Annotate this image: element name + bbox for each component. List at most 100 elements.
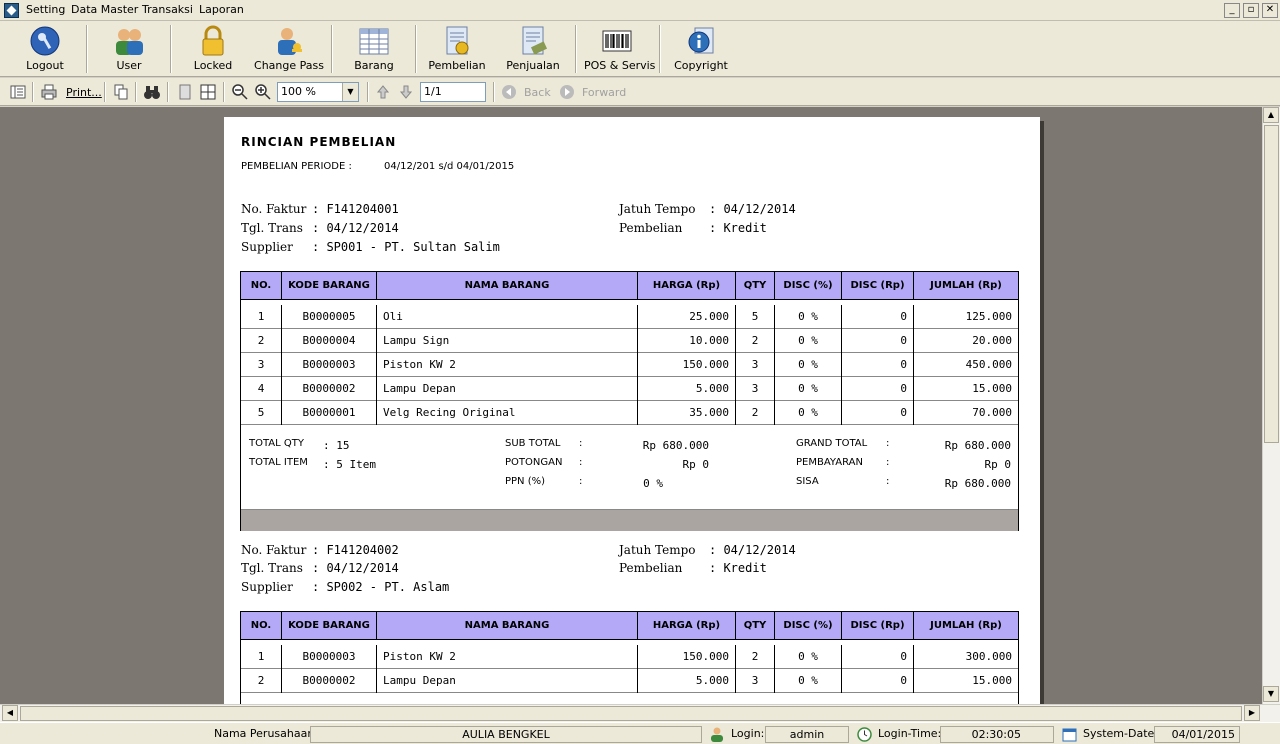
zoom-value: 100 % bbox=[281, 85, 316, 98]
scroll-right-icon[interactable]: ▶ bbox=[1244, 705, 1260, 721]
app-icon[interactable] bbox=[4, 3, 19, 18]
change-pass-button[interactable]: Change Pass bbox=[254, 23, 324, 75]
zoom-out-icon[interactable] bbox=[231, 83, 249, 101]
cell-qty: 2 bbox=[736, 401, 775, 425]
horizontal-scrollbar[interactable]: ◀ ▶ bbox=[0, 704, 1280, 722]
main-toolbar: Logout User Locked Change Pass Barang Pe… bbox=[0, 21, 1280, 77]
cell-kode-barang: B0000003 bbox=[282, 353, 377, 377]
cell-disc-rp: 0 bbox=[842, 401, 914, 425]
table-row: 4 B0000002 Lampu Depan 5.000 3 0 % 0 15.000 bbox=[241, 377, 1018, 401]
minimize-icon[interactable]: _ bbox=[1224, 3, 1240, 18]
viewer-separator bbox=[493, 82, 495, 102]
cell-nama-barang: Lampu Depan bbox=[377, 377, 638, 401]
cell-disc-pct: 0 % bbox=[775, 305, 842, 329]
cell-disc-rp: 0 bbox=[842, 669, 914, 693]
toolbar-separator bbox=[415, 25, 417, 73]
viewer-separator bbox=[367, 82, 369, 102]
cell-harga: 5.000 bbox=[638, 669, 736, 693]
barang-button[interactable]: Barang bbox=[343, 23, 405, 75]
cell-kode-barang: B0000002 bbox=[282, 377, 377, 401]
tgl-trans-value: : 04/12/2014 bbox=[312, 561, 399, 575]
restore-icon[interactable]: ▫ bbox=[1243, 3, 1259, 18]
menu-setting[interactable]: Setting bbox=[26, 3, 65, 16]
user-button[interactable]: User bbox=[98, 23, 160, 75]
back-button[interactable]: Back bbox=[524, 86, 551, 99]
cell-kode-barang: B0000004 bbox=[282, 329, 377, 353]
menu-laporan[interactable]: Laporan bbox=[199, 3, 244, 16]
col-jumlah: JUMLAH (Rp) bbox=[930, 280, 1002, 291]
cell-jumlah: 20.000 bbox=[972, 334, 1012, 347]
printer-icon[interactable] bbox=[40, 83, 58, 101]
scroll-down-icon[interactable]: ▼ bbox=[1263, 686, 1279, 702]
toggle-tree-icon[interactable] bbox=[9, 83, 27, 101]
page-number-input[interactable]: 1/1 bbox=[420, 82, 486, 102]
sub-total-value: Rp 680.000 bbox=[642, 439, 709, 452]
cell-disc-pct: 0 % bbox=[775, 377, 842, 401]
ppn-label: PPN (%) bbox=[505, 476, 546, 487]
cell-disc-rp: 0 bbox=[842, 353, 914, 377]
menu-transaksi[interactable]: Transaksi bbox=[142, 3, 193, 16]
table-body: 1 B0000003 Piston KW 2 150.000 2 0 % 0 300.000 2… bbox=[241, 645, 1018, 693]
back-arrow-icon[interactable] bbox=[500, 83, 518, 101]
invoice-table: NO. KODE BARANG NAMA BARANG HARGA (Rp) Q… bbox=[240, 611, 1019, 704]
cell-nama-barang: Lampu Depan bbox=[377, 669, 638, 693]
menu-bar: Setting Data Master Transaksi Laporan _ … bbox=[0, 0, 1280, 21]
copyright-button[interactable]: Copyright bbox=[670, 23, 732, 75]
scroll-up-icon[interactable]: ▲ bbox=[1263, 107, 1279, 123]
vertical-scrollbar[interactable]: ▲ ▼ bbox=[1262, 107, 1280, 704]
cell-jumlah: 450.000 bbox=[965, 358, 1012, 371]
print-button[interactable]: Print... bbox=[66, 86, 102, 99]
cell-harga: 25.000 bbox=[638, 305, 736, 329]
report-viewport[interactable]: RINCIAN PEMBELIAN PEMBELIAN PERIODE : 04… bbox=[0, 107, 1262, 704]
change-pass-label: Change Pass bbox=[254, 59, 324, 72]
zoom-in-icon[interactable] bbox=[254, 83, 272, 101]
forward-button[interactable]: Forward bbox=[582, 86, 626, 99]
menu-data-master[interactable]: Data Master bbox=[71, 3, 138, 16]
jatuh-tempo-label: Jatuh Tempo bbox=[619, 202, 696, 216]
horizontal-scroll-thumb[interactable] bbox=[20, 706, 1242, 721]
status-bar: Nama Perusahaan AULIA BENGKEL Login: adm… bbox=[0, 722, 1280, 744]
vertical-scroll-thumb[interactable] bbox=[1264, 125, 1279, 443]
logout-button[interactable]: Logout bbox=[14, 23, 76, 75]
col-no: NO. bbox=[241, 612, 282, 640]
cell-disc-pct: 0 % bbox=[775, 353, 842, 377]
first-page-icon[interactable] bbox=[374, 83, 392, 101]
total-qty-value: : 15 bbox=[323, 439, 350, 452]
close-icon[interactable]: ✕ bbox=[1262, 3, 1278, 18]
cell-harga: 35.000 bbox=[638, 401, 736, 425]
sisa-label: SISA bbox=[796, 476, 819, 487]
cell-no: 4 bbox=[241, 377, 282, 401]
cell-jumlah: 70.000 bbox=[972, 406, 1012, 419]
col-jumlah: JUMLAH (Rp) bbox=[930, 620, 1002, 631]
report-title: RINCIAN PEMBELIAN bbox=[241, 135, 397, 149]
pembelian-label: Pembelian bbox=[428, 59, 486, 72]
pembelian-type-label: Pembelian bbox=[619, 561, 683, 575]
barcode-icon bbox=[602, 30, 632, 52]
user-label: User bbox=[116, 59, 142, 72]
cell-qty: 5 bbox=[736, 305, 775, 329]
toolbar-separator bbox=[331, 25, 333, 73]
cell-no: 1 bbox=[241, 645, 282, 669]
binoculars-icon[interactable] bbox=[143, 83, 161, 101]
zoom-select[interactable]: 100 % ▼ bbox=[277, 82, 359, 102]
locked-button[interactable]: Locked bbox=[182, 23, 244, 75]
cell-kode-barang: B0000001 bbox=[282, 401, 377, 425]
single-page-icon[interactable] bbox=[176, 83, 194, 101]
penjualan-button[interactable]: Penjualan bbox=[502, 23, 564, 75]
next-page-icon[interactable] bbox=[397, 83, 415, 101]
cell-qty: 2 bbox=[736, 329, 775, 353]
cell-disc-pct: 0 % bbox=[775, 401, 842, 425]
pembelian-button[interactable]: Pembelian bbox=[426, 23, 488, 75]
viewer-separator bbox=[104, 82, 106, 102]
spreadsheet-icon bbox=[359, 28, 389, 55]
forward-arrow-icon[interactable] bbox=[558, 83, 576, 101]
chevron-down-icon[interactable]: ▼ bbox=[342, 83, 358, 101]
total-item-value: : 5 Item bbox=[323, 458, 376, 471]
copy-icon[interactable] bbox=[112, 83, 130, 101]
cell-disc-rp: 0 bbox=[842, 645, 914, 669]
scroll-left-icon[interactable]: ◀ bbox=[2, 705, 18, 721]
cell-harga: 150.000 bbox=[638, 645, 736, 669]
cell-nama-barang: Piston KW 2 bbox=[377, 353, 638, 377]
multi-page-icon[interactable] bbox=[199, 83, 217, 101]
pos-servis-button[interactable]: POS & Servis bbox=[584, 23, 655, 75]
